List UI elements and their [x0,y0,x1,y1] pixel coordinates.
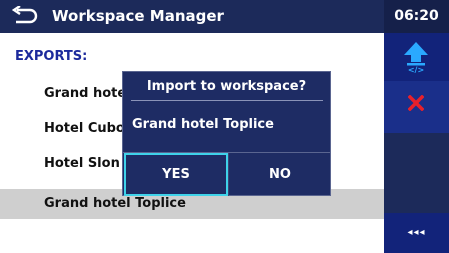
dialog-divider [131,100,323,101]
dialog-title: Import to workspace? [146,79,307,94]
yes-button[interactable]: YES [124,153,228,196]
page-title: Workspace Manager [52,7,224,25]
delete-x-icon [408,95,424,111]
section-label: EXPORTS: [15,49,88,64]
no-button[interactable]: NO [230,153,330,196]
upload-button[interactable]: </> [384,33,449,81]
back-arrow-icon[interactable] [12,6,38,28]
delete-button[interactable] [384,81,449,133]
top-bar: Workspace Manager 06:20 [0,0,449,33]
button-separator [228,153,229,196]
upload-arrow-icon: </> [404,42,428,74]
dialog-message: Grand hotel Toplice [132,117,274,132]
clock: 06:20 [384,0,449,33]
import-dialog: Import to workspace? Grand hotel Toplice… [122,71,331,196]
more-options-icon: ◂◂◂ [407,227,426,238]
more-options-button[interactable]: ◂◂◂ [384,213,449,253]
svg-text:</>: </> [408,66,424,74]
